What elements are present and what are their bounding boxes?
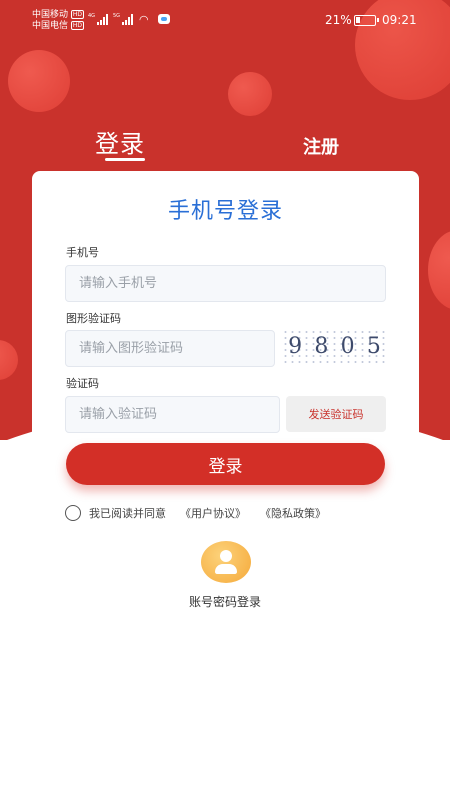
captcha-label: 图形验证码 <box>66 312 121 325</box>
captcha-digit: 9 <box>288 333 303 359</box>
agreement-text: 我已阅读并同意 <box>89 507 166 520</box>
tab-register[interactable]: 注册 <box>303 133 339 159</box>
captcha-digit: 8 <box>314 333 329 359</box>
user-agreement-link[interactable]: 《用户协议》 <box>180 505 246 521</box>
carrier-2: 中国电信 <box>32 21 69 31</box>
account-login-label[interactable]: 账号密码登录 <box>0 593 450 610</box>
code-label: 验证码 <box>66 377 99 390</box>
cloud-icon <box>158 14 170 24</box>
card-title: 手机号登录 <box>167 199 283 224</box>
wifi-icon: ◠ <box>139 13 149 26</box>
network-type: 5G <box>113 13 121 19</box>
status-bar: 中国移动 HD 中国电信 HD 4G 5G ◠ 21% 09:21 <box>0 0 450 40</box>
signal-icon: 4G <box>88 13 109 25</box>
clock: 09:21 <box>382 13 417 27</box>
phone-label: 手机号 <box>66 246 99 259</box>
user-icon[interactable] <box>201 541 251 583</box>
battery-icon <box>354 15 379 26</box>
login-card: 手机号登录 手机号 图形验证码 9 8 0 5 验证码 发送验证码 <box>32 171 419 591</box>
phone-input[interactable] <box>65 265 386 302</box>
privacy-policy-link[interactable]: 《隐私政策》 <box>260 505 326 521</box>
send-code-button[interactable]: 发送验证码 <box>286 396 386 432</box>
login-button[interactable]: 登录 <box>66 443 385 485</box>
code-input[interactable] <box>65 396 280 433</box>
carrier-1: 中国移动 <box>32 10 69 20</box>
decor-bubble <box>228 72 272 116</box>
decor-bubble <box>8 50 70 112</box>
tab-active-indicator <box>105 158 145 161</box>
agreement-row: 我已阅读并同意 《用户协议》 《隐私政策》 <box>65 505 326 521</box>
network-type: 4G <box>88 13 96 19</box>
battery-percent: 21% <box>325 13 352 27</box>
tab-login[interactable]: 登录 <box>95 124 145 159</box>
captcha-image[interactable]: 9 8 0 5 <box>282 329 387 363</box>
hd-badge: HD <box>70 21 85 30</box>
carrier-info: 中国移动 HD 中国电信 HD <box>32 10 85 32</box>
decor-bubble <box>0 340 18 380</box>
captcha-digit: 0 <box>340 333 355 359</box>
decor-bubble <box>428 230 450 310</box>
hd-badge: HD <box>70 10 85 19</box>
captcha-input[interactable] <box>65 330 275 367</box>
captcha-digit: 5 <box>366 333 381 359</box>
signal-icon: 5G <box>113 13 134 25</box>
agree-radio[interactable] <box>65 505 81 521</box>
